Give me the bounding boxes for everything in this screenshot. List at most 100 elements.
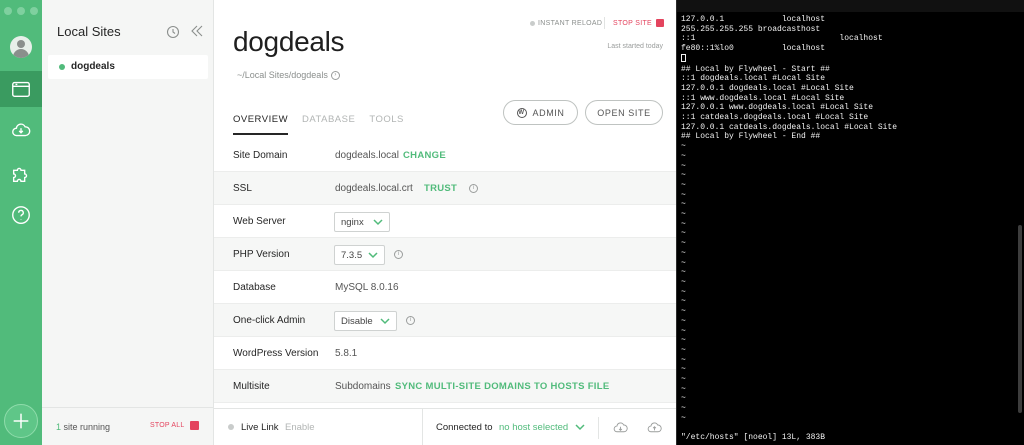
terminal-empty-line: ~: [681, 210, 686, 220]
row-label: Web Server: [233, 216, 286, 227]
running-count: 1: [56, 422, 62, 432]
admin-button[interactable]: W ADMIN: [503, 100, 578, 125]
row-php-version: PHP Version 7.3.5 i: [214, 238, 676, 271]
live-link-label: Live Link: [241, 422, 279, 433]
row-one-click-admin: One-click Admin Disable i: [214, 304, 676, 337]
terminal-buffer[interactable]: 127.0.0.1 localhost 255.255.255.255 broad…: [681, 15, 897, 424]
avatar[interactable]: [10, 36, 32, 58]
row-wordpress-version: WordPress Version 5.8.1: [214, 337, 676, 370]
terminal-empty-line: ~: [681, 248, 686, 258]
terminal-empty-line: ~: [681, 365, 686, 375]
row-label: SSL: [233, 183, 252, 194]
divider: [604, 17, 605, 29]
sync-multisite-hosts-button[interactable]: SYNC MULTI-SITE DOMAINS TO HOSTS FILE: [395, 381, 609, 392]
terminal-empty-line: ~: [681, 404, 686, 414]
multisite-value: Subdomains: [335, 381, 391, 392]
page-title[interactable]: dogdeals: [233, 26, 345, 58]
open-site-button[interactable]: OPEN SITE: [585, 100, 663, 125]
terminal-scrollbar[interactable]: [1018, 225, 1022, 413]
row-database: Database MySQL 8.0.16: [214, 271, 676, 304]
one-click-admin-select[interactable]: Disable: [334, 311, 397, 331]
terminal-line: 255.255.255.255 broadcasthost: [681, 24, 821, 34]
site-running-indicator: [59, 64, 65, 70]
row-ssl: SSL dogdeals.local.crt TRUST i: [214, 172, 676, 205]
open-site-button-label: OPEN SITE: [597, 107, 651, 118]
pull-cloud-icon[interactable]: [612, 419, 629, 436]
database-value: MySQL 8.0.16: [335, 282, 399, 293]
push-cloud-icon[interactable]: [646, 419, 663, 436]
admin-button-label: ADMIN: [532, 107, 565, 118]
reveal-path-icon[interactable]: ›: [330, 71, 340, 81]
site-tabs: OVERVIEW DATABASE TOOLS: [233, 114, 404, 135]
instant-reload-toggle[interactable]: INSTANT RELOAD: [538, 20, 602, 27]
site-path-text[interactable]: ~/Local Sites/dogdeals: [237, 70, 328, 80]
clock-icon[interactable]: [166, 25, 180, 39]
stop-icon[interactable]: [656, 19, 664, 27]
divider: [422, 409, 423, 445]
terminal-line: 127.0.0.1 www.dogdeals.local #Local Site: [681, 103, 874, 113]
terminal-empty-line: ~: [681, 171, 686, 181]
site-domain-value: dogdeals.local: [335, 150, 399, 161]
stop-all-button[interactable]: STOP ALL: [150, 422, 184, 429]
terminal-empty-line: ~: [681, 229, 686, 239]
zoom-window-button[interactable]: [30, 7, 38, 15]
sites-panel: Local Sites dogdeals 1 site running STOP…: [42, 0, 214, 445]
window-controls[interactable]: [4, 7, 38, 15]
site-list-item[interactable]: dogdeals: [48, 55, 208, 79]
enable-live-link-button[interactable]: Enable: [285, 422, 315, 433]
trust-ssl-button[interactable]: TRUST: [424, 183, 457, 194]
sites-icon[interactable]: [9, 77, 33, 101]
web-server-value: nginx: [341, 217, 364, 228]
running-label: site running: [63, 422, 111, 432]
wordpress-version-value: 5.8.1: [335, 348, 358, 359]
terminal-empty-line: ~: [681, 307, 686, 317]
close-window-button[interactable]: [4, 7, 12, 15]
terminal-line: 127.0.0.1 catdeals.dogdeals.local #Local…: [681, 122, 898, 132]
cloud-icon[interactable]: [9, 118, 33, 142]
row-label: WordPress Version: [233, 348, 319, 359]
terminal-line: ## Local by Flywheel - End ##: [681, 132, 821, 142]
terminal-empty-line: ~: [681, 287, 686, 297]
stop-site-button[interactable]: STOP SITE: [613, 20, 652, 27]
php-version-value: 7.3.5: [341, 250, 363, 261]
site-list-item-name: dogdeals: [71, 61, 115, 72]
site-path[interactable]: ~/Local Sites/dogdeals ›: [237, 70, 340, 81]
tab-database[interactable]: DATABASE: [302, 114, 355, 135]
terminal-empty-line: ~: [681, 384, 686, 394]
info-icon[interactable]: i: [394, 250, 403, 259]
terminal-line: 127.0.0.1 dogdeals.local #Local Site: [681, 83, 854, 93]
chevron-down-icon: [373, 219, 383, 226]
terminal-empty-line: ~: [681, 345, 686, 355]
terminal-line: fe80::1%lo0 localhost: [681, 44, 826, 54]
terminal-window[interactable]: 127.0.0.1 localhost 255.255.255.255 broad…: [676, 0, 1024, 445]
host-select[interactable]: no host selected: [499, 422, 568, 433]
chevron-down-icon[interactable]: [575, 422, 585, 432]
web-server-select[interactable]: nginx: [334, 212, 390, 232]
terminal-empty-line: ~: [681, 316, 686, 326]
terminal-empty-line: ~: [681, 219, 686, 229]
info-icon[interactable]: i: [469, 184, 478, 193]
ssl-cert-value[interactable]: dogdeals.local.crt: [335, 183, 413, 194]
terminal-line: 127.0.0.1 localhost: [681, 15, 826, 24]
terminal-titlebar: [677, 0, 1024, 12]
tab-overview[interactable]: OVERVIEW: [233, 114, 289, 135]
terminal-empty-line: ~: [681, 258, 686, 268]
sites-footer: 1 site running STOP ALL: [42, 407, 213, 445]
site-details: Site Domain dogdeals.local CHANGE SSL do…: [214, 139, 676, 403]
minimize-window-button[interactable]: [17, 7, 25, 15]
terminal-line: [681, 53, 897, 65]
php-version-select[interactable]: 7.3.5: [334, 245, 385, 265]
add-site-button[interactable]: [4, 404, 38, 438]
stop-icon[interactable]: [190, 421, 199, 430]
addons-icon[interactable]: [9, 161, 33, 185]
terminal-empty-line: ~: [681, 268, 686, 278]
terminal-empty-line: ~: [681, 297, 686, 307]
help-icon[interactable]: [9, 203, 33, 227]
info-icon[interactable]: i: [406, 316, 415, 325]
tab-tools[interactable]: TOOLS: [369, 114, 404, 135]
collapse-sidebar-icon[interactable]: [190, 24, 204, 38]
connected-to-label: Connected to: [436, 422, 493, 433]
wordpress-icon: W: [516, 107, 527, 118]
terminal-empty-line: ~: [681, 190, 686, 200]
change-domain-button[interactable]: CHANGE: [403, 150, 446, 161]
